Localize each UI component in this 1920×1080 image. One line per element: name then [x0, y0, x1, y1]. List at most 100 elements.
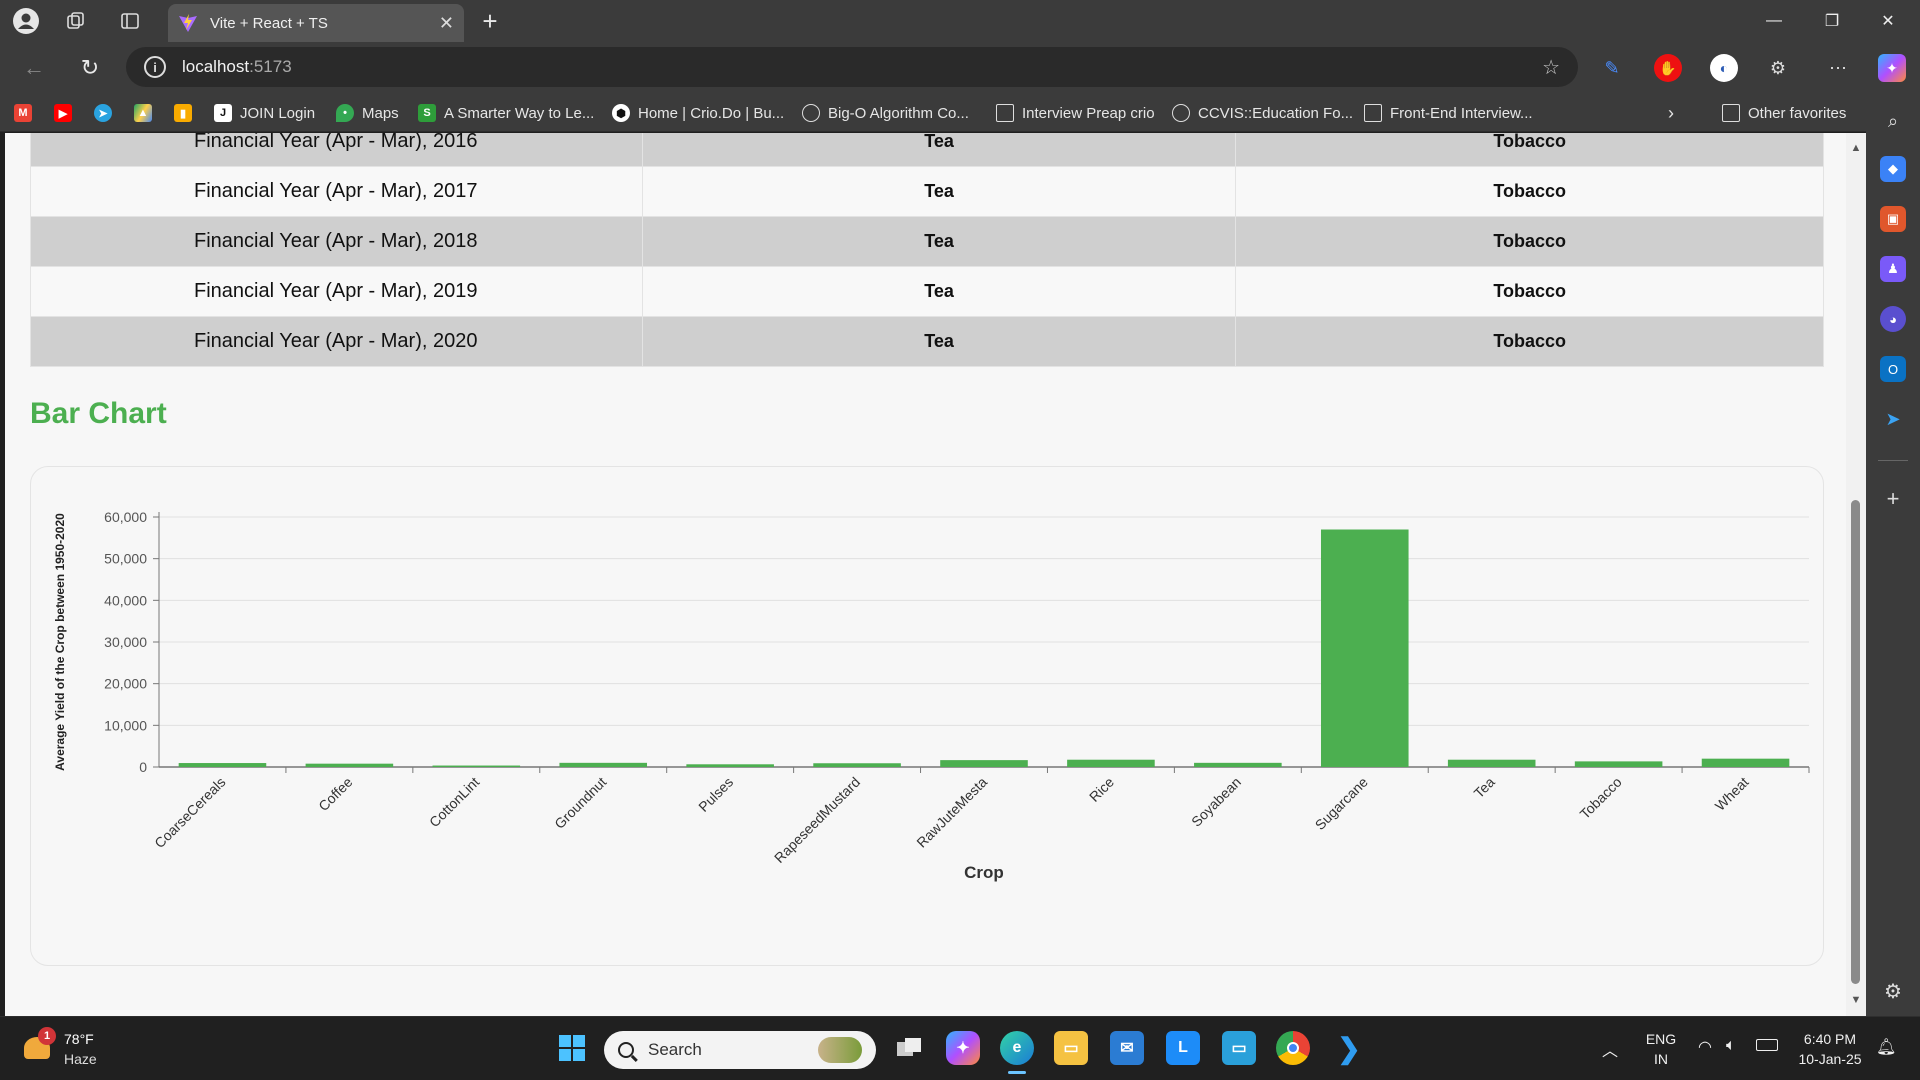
language-bottom: IN	[1654, 1051, 1668, 1067]
extension-circle-icon[interactable]: ◐	[1710, 54, 1738, 82]
sidebar-send-icon[interactable]: ➤	[1880, 406, 1906, 432]
bar-chart-card: 0 10,000 20,000 30,000 40,000 50,000 60,000 Coa…	[30, 466, 1824, 966]
table-row: Financial Year (Apr - Mar), 2020 Tea Tobac…	[30, 316, 1824, 367]
weather-badge: 1	[38, 1027, 56, 1045]
bar	[940, 760, 1028, 767]
telegram-favorite[interactable]: ➤	[94, 102, 120, 124]
bar	[1574, 761, 1663, 767]
sidebar-settings-icon[interactable]: ⚙	[1880, 978, 1906, 1004]
address-bar-row: ← ↻ i localhost:5173 ☆ ✎ ✋ ◐ ⚙ ⋯ ✦	[0, 42, 1920, 94]
windows-start-icon[interactable]	[555, 1031, 589, 1065]
y-tick-label: 50,000	[104, 551, 147, 567]
new-tab-icon[interactable]: +	[476, 6, 504, 36]
copilot-icon[interactable]: ✦	[1878, 54, 1906, 82]
folder-icon	[1364, 104, 1382, 122]
chrome-icon[interactable]	[1276, 1031, 1310, 1065]
notification-bell-icon[interactable]: 🔔︎	[1876, 1037, 1896, 1057]
year-cell: Financial Year (Apr - Mar), 2018	[30, 216, 643, 267]
favorite-other-favorites[interactable]: Other favorites	[1722, 102, 1846, 124]
favorite-big-o[interactable]: Big-O Algorithm Co...	[802, 102, 969, 124]
back-arrow-icon[interactable]: ←	[20, 54, 48, 82]
l-app-icon[interactable]: L	[1166, 1031, 1200, 1065]
x-tick-label: Pulses	[695, 774, 736, 815]
sidebar-search-icon[interactable]: ⌕	[1880, 108, 1906, 134]
task-view-icon[interactable]	[892, 1031, 926, 1065]
profile-icon[interactable]	[12, 7, 40, 35]
youtube-favorite[interactable]: ▶	[54, 102, 80, 124]
drive-favorite[interactable]: ▲	[134, 102, 160, 124]
analytics-favorite[interactable]: ▮	[174, 102, 200, 124]
vscode-icon[interactable]: ❯	[1332, 1031, 1366, 1065]
y-tick-label: 40,000	[104, 592, 147, 608]
min-crop-cell: Tobacco	[1235, 166, 1824, 217]
sidebar-add-icon[interactable]: +	[1880, 486, 1906, 512]
table-row: Financial Year (Apr - Mar), 2017 Tea Tobac…	[30, 166, 1824, 217]
gmail-favorite[interactable]: M	[14, 102, 40, 124]
clock[interactable]: 6:40 PM 10-Jan-25	[1790, 1031, 1870, 1067]
favorite-star-icon[interactable]: ☆	[1542, 55, 1560, 80]
favorite-crio-home[interactable]: ⬢ Home | Crio.Do | Bu...	[612, 102, 784, 124]
close-window-button[interactable]: ✕	[1866, 6, 1910, 36]
minimize-button[interactable]: —	[1752, 6, 1796, 36]
telegram-icon: ➤	[94, 104, 112, 122]
scroll-up-arrow-icon[interactable]: ▲	[1849, 142, 1863, 156]
sidebar-games-icon[interactable]: ♟	[1880, 256, 1906, 282]
url-bar[interactable]: i localhost:5173 ☆	[126, 47, 1578, 87]
page-scrollbar-thumb[interactable]	[1851, 500, 1860, 984]
favorite-ccvis[interactable]: CCVIS::Education Fo...	[1172, 102, 1353, 124]
favorite-interview-prep[interactable]: Interview Preap crio	[996, 102, 1155, 124]
battery-icon[interactable]	[1756, 1039, 1778, 1051]
copilot-taskbar-icon[interactable]: ✦	[946, 1031, 980, 1065]
favorite-join-login[interactable]: J JOIN Login	[214, 102, 315, 124]
more-menu-icon[interactable]: ⋯	[1824, 54, 1852, 82]
adblock-extension-icon[interactable]: ✋	[1654, 54, 1682, 82]
wifi-icon[interactable]: ◠	[1698, 1037, 1712, 1057]
y-tick-label: 0	[139, 759, 147, 775]
scroll-down-arrow-icon[interactable]: ▼	[1849, 994, 1863, 1008]
edge-taskbar-icon[interactable]: e	[1000, 1031, 1034, 1065]
maps-pin-icon: •	[336, 104, 354, 122]
max-crop-cell: Tea	[641, 216, 1237, 267]
url-host: localhost	[182, 57, 250, 76]
tray-overflow-chevron-icon[interactable]: ︿	[1602, 1037, 1618, 1061]
tab-actions-icon[interactable]	[116, 7, 144, 35]
volume-icon[interactable]: 🔈︎	[1726, 1037, 1736, 1055]
bar-chart: 0 10,000 20,000 30,000 40,000 50,000 60,000 Coa…	[53, 509, 1810, 882]
file-explorer-icon[interactable]: ▭	[1054, 1031, 1088, 1065]
edge-active-indicator	[1008, 1071, 1026, 1074]
min-crop-cell: Tobacco	[1235, 216, 1824, 267]
taskbar-search-box[interactable]: Search	[604, 1031, 876, 1069]
weather-desc: Haze	[64, 1051, 97, 1067]
sidebar-tools-icon[interactable]: ▣	[1880, 206, 1906, 232]
language-indicator[interactable]: ENG IN	[1644, 1031, 1678, 1067]
max-crop-cell: Tea	[641, 266, 1237, 317]
min-crop-cell: Tobacco	[1235, 266, 1824, 317]
favorite-frontend-interview[interactable]: Front-End Interview...	[1364, 102, 1533, 124]
vite-logo-icon	[179, 14, 197, 32]
search-icon	[618, 1042, 634, 1058]
sidebar-outlook-icon[interactable]: O	[1880, 356, 1906, 382]
sidebar-copilot-icon[interactable]: ◕	[1880, 306, 1906, 332]
favorites-overflow-chevron-icon[interactable]: ›	[1668, 102, 1674, 124]
extensions-puzzle-icon[interactable]: ⚙	[1764, 54, 1792, 82]
pen-extension-icon[interactable]: ✎	[1598, 54, 1626, 82]
restore-button[interactable]: ❐	[1810, 6, 1854, 36]
tab-close-icon[interactable]: ✕	[439, 13, 454, 34]
workspaces-icon[interactable]	[62, 7, 90, 35]
browser-tab-active[interactable]: Vite + React + TS ✕	[168, 4, 464, 42]
y-tick-label: 60,000	[104, 509, 147, 525]
site-info-icon[interactable]: i	[144, 56, 166, 78]
remote-desktop-icon[interactable]: ▭	[1222, 1031, 1256, 1065]
favorite-smarter-way[interactable]: S A Smarter Way to Le...	[418, 102, 594, 124]
favorite-maps[interactable]: • Maps	[336, 102, 399, 124]
year-cell: Financial Year (Apr - Mar), 2019	[30, 266, 643, 317]
chart-heading: Bar Chart	[30, 397, 167, 430]
sidebar-shopping-icon[interactable]: ◆	[1880, 156, 1906, 182]
windows-taskbar: 1 78°F Haze Search ✦ e ▭ ✉ L ▭ ❯ ︿ ENG I…	[0, 1016, 1920, 1080]
bar	[1194, 762, 1282, 767]
refresh-icon[interactable]: ↻	[76, 54, 104, 82]
max-crop-cell: Tea	[641, 316, 1237, 367]
globe-icon	[1172, 104, 1190, 122]
weather-widget[interactable]: 1 78°F Haze	[22, 1027, 122, 1071]
mail-icon[interactable]: ✉	[1110, 1031, 1144, 1065]
